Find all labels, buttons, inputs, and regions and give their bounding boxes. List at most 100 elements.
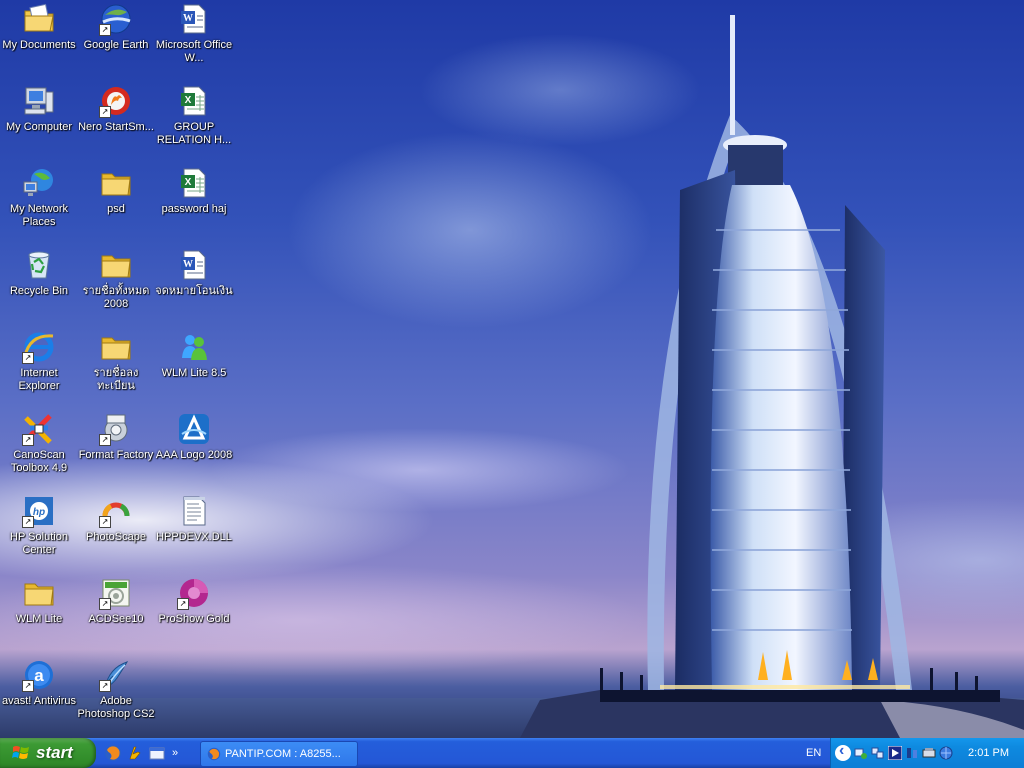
- nero-icon: ↗: [99, 84, 133, 118]
- desktop-icon-label: password haj: [161, 203, 227, 215]
- folder-icon: [99, 166, 133, 200]
- desktop-icon[interactable]: Xpassword haj: [155, 166, 233, 216]
- desktop-icon-label: AAA Logo 2008: [155, 449, 233, 461]
- windows-logo-icon: [12, 746, 29, 759]
- desktop-icon-label: ACDSee10: [88, 613, 144, 625]
- desktop-icon[interactable]: W จดหมายโอนเงิน: [155, 248, 233, 298]
- shortcut-arrow-icon: ↗: [22, 352, 34, 364]
- desktop-icon[interactable]: ↗ CanoScan Toolbox 4.9: [0, 412, 78, 475]
- desktop-icon[interactable]: WLM Lite 8.5: [155, 330, 233, 380]
- desktop-icon[interactable]: Recycle Bin: [0, 248, 78, 298]
- shortcut-arrow-icon: ↗: [99, 598, 111, 610]
- internet-explorer-icon: ↗: [22, 330, 56, 364]
- folder-icon: [22, 576, 56, 610]
- desktop-icon[interactable]: AAA Logo 2008: [155, 412, 233, 462]
- start-button[interactable]: start: [0, 738, 96, 768]
- svg-text:W: W: [183, 259, 193, 270]
- globe-icon[interactable]: [939, 746, 953, 760]
- excel-document-icon: X: [177, 166, 211, 200]
- network-connection-icon[interactable]: [871, 746, 885, 760]
- google-earth-icon: ↗: [99, 2, 133, 36]
- winamp-icon[interactable]: [126, 744, 144, 762]
- desktop-icon[interactable]: psd: [77, 166, 155, 216]
- media-player-icon[interactable]: [888, 746, 902, 760]
- desktop-icon-label: Adobe Photoshop CS2: [77, 695, 155, 720]
- svg-text:W: W: [183, 13, 193, 24]
- folder-icon: [99, 330, 133, 364]
- desktop-icon[interactable]: ↗ Adobe Photoshop CS2: [77, 658, 155, 721]
- desktop-icon[interactable]: WLM Lite: [0, 576, 78, 626]
- start-label: start: [36, 743, 73, 762]
- desktop-icon[interactable]: รายชื่อลงทะเบียน: [77, 330, 155, 393]
- photoshop-icon: ↗: [99, 658, 133, 692]
- desktop-icon[interactable]: a ↗ avast! Antivirus: [0, 658, 78, 708]
- firefox-icon: [207, 747, 221, 761]
- hp-icon: hp ↗: [22, 494, 56, 528]
- device-icon[interactable]: [922, 746, 936, 760]
- sync-icon[interactable]: [905, 746, 919, 760]
- text-file-icon: [177, 494, 211, 528]
- shortcut-arrow-icon: ↗: [99, 434, 111, 446]
- shortcut-arrow-icon: ↗: [22, 434, 34, 446]
- firefox-icon[interactable]: [104, 744, 122, 762]
- proshow-icon: ↗: [177, 576, 211, 610]
- desktop-icon-label: HPPDEVX.DLL: [156, 531, 232, 543]
- canoscan-icon: ↗: [22, 412, 56, 446]
- desktop-icon[interactable]: hp ↗ HP Solution Center: [0, 494, 78, 557]
- taskbar-button-label: PANTIP.COM : A8255...: [225, 748, 341, 760]
- language-indicator[interactable]: EN: [806, 738, 821, 768]
- taskbar-button-pantip[interactable]: PANTIP.COM : A8255...: [200, 741, 358, 767]
- desktop-icon-label: รายชื่อทั้งหมด 2008: [82, 285, 150, 310]
- clock[interactable]: 2:01 PM: [968, 738, 1009, 768]
- folder-documents-icon: [22, 2, 56, 36]
- svg-text:a: a: [34, 666, 44, 685]
- shortcut-arrow-icon: ↗: [99, 106, 111, 118]
- desktop-icon[interactable]: HPPDEVX.DLL: [155, 494, 233, 544]
- aaa-logo-icon: [177, 412, 211, 446]
- show-hidden-icons-button[interactable]: [835, 742, 851, 761]
- network-icon[interactable]: [854, 746, 868, 760]
- desktop-icon-label: GROUP RELATION H...: [156, 121, 232, 146]
- desktop-icon-label: Google Earth: [83, 39, 149, 51]
- messenger-icon: [177, 330, 211, 364]
- format-factory-icon: ↗: [99, 412, 133, 446]
- photoscape-icon: ↗: [99, 494, 133, 528]
- shortcut-arrow-icon: ↗: [177, 598, 189, 610]
- show-desktop-icon[interactable]: [148, 744, 166, 762]
- desktop-icon-label: avast! Antivirus: [2, 695, 76, 707]
- desktop-icon[interactable]: My Network Places: [0, 166, 78, 229]
- desktop-icon-label: WLM Lite: [15, 613, 63, 625]
- desktop-icon[interactable]: ↗ Internet Explorer: [0, 330, 78, 393]
- desktop-icon-label: Nero StartSm...: [78, 121, 154, 133]
- desktop-icon[interactable]: รายชื่อทั้งหมด 2008: [77, 248, 155, 311]
- svg-text:X: X: [185, 177, 192, 188]
- folder-icon: [99, 248, 133, 282]
- desktop-icon[interactable]: ↗ ACDSee10: [77, 576, 155, 626]
- desktop-icon[interactable]: ↗ PhotoScape: [77, 494, 155, 544]
- desktop-icon[interactable]: ↗ Google Earth: [77, 2, 155, 52]
- desktop-icon-label: CanoScan Toolbox 4.9: [10, 449, 68, 474]
- quick-launch-more-button[interactable]: »: [172, 747, 178, 759]
- desktop-icon[interactable]: My Computer: [0, 84, 78, 134]
- quick-launch-bar: »: [104, 738, 178, 768]
- desktop-icon-label: My Computer: [5, 121, 73, 133]
- excel-document-icon: X: [177, 84, 211, 118]
- desktop-icon[interactable]: ↗ Format Factory: [77, 412, 155, 462]
- shortcut-arrow-icon: ↗: [99, 516, 111, 528]
- desktop-icon-label: PhotoScape: [86, 531, 146, 543]
- taskbar: start » PANTIP.COM : A8255... EN ‹ 2:01 …: [0, 738, 1024, 768]
- desktop-icon[interactable]: ↗ ProShow Gold: [155, 576, 233, 626]
- shortcut-arrow-icon: ↗: [22, 680, 34, 692]
- desktop-icon[interactable]: ↗ Nero StartSm...: [77, 84, 155, 134]
- recycle-bin-icon: [22, 248, 56, 282]
- desktop-icon[interactable]: X GROUP RELATION H...: [155, 84, 233, 147]
- svg-text:hp: hp: [33, 507, 45, 518]
- computer-icon: [22, 84, 56, 118]
- desktop-icon[interactable]: W Microsoft Office W...: [155, 2, 233, 65]
- avast-icon: a ↗: [22, 658, 56, 692]
- desktop-icon-label: My Network Places: [9, 203, 69, 228]
- desktop-icon[interactable]: My Documents: [0, 2, 78, 52]
- word-document-icon: W: [177, 2, 211, 36]
- desktop-icon-label: Recycle Bin: [9, 285, 69, 297]
- acdsee-icon: ↗: [99, 576, 133, 610]
